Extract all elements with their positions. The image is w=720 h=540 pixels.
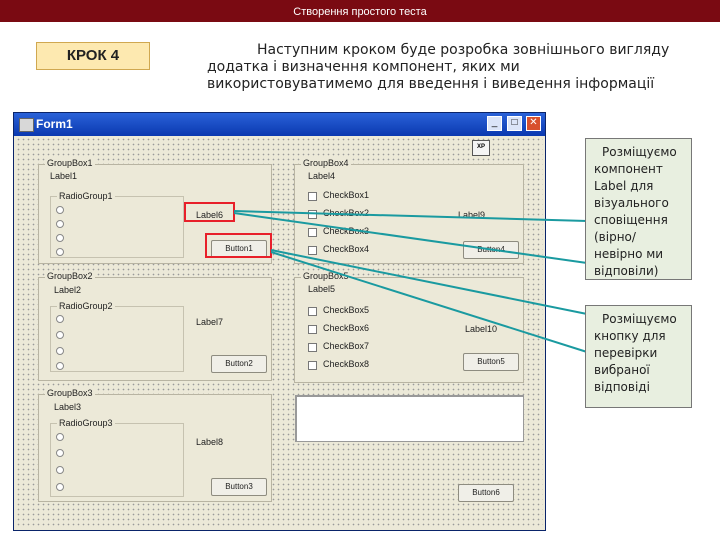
checkbox[interactable] xyxy=(308,361,317,370)
radio-button[interactable] xyxy=(56,234,64,242)
checkbox[interactable] xyxy=(308,246,317,255)
question-label: Label2 xyxy=(54,285,82,295)
radio-group-3: RadioGroup3 xyxy=(50,418,184,497)
checkbox-label: CheckBox5 xyxy=(323,305,370,315)
note-label-explanation: Розміщуємо компонент Label для візуально… xyxy=(585,138,692,280)
check-button-3[interactable]: Button3 xyxy=(211,478,267,496)
groupbox-caption: GroupBox1 xyxy=(45,158,95,168)
form-icon xyxy=(19,118,34,132)
checkbox[interactable] xyxy=(308,307,317,316)
result-label: Label10 xyxy=(465,324,498,334)
maximize-button[interactable]: □ xyxy=(507,116,522,131)
radio-group-caption: RadioGroup1 xyxy=(57,191,115,201)
note-line: Label для xyxy=(594,179,654,193)
question-label: Label1 xyxy=(50,171,78,181)
radio-group-1: RadioGroup1 xyxy=(50,191,184,258)
checkbox[interactable] xyxy=(308,343,317,352)
result-label: Label9 xyxy=(458,210,486,220)
checkbox-label: CheckBox3 xyxy=(323,226,370,236)
label6-highlight xyxy=(184,202,235,222)
intro-text: Наступним кроком буде розробка зовнішньо… xyxy=(207,42,670,92)
question-label: Label5 xyxy=(308,284,336,294)
radio-button[interactable] xyxy=(56,206,64,214)
radio-button[interactable] xyxy=(56,433,64,441)
note-line: відповіли) xyxy=(594,264,659,278)
radio-button[interactable] xyxy=(56,483,64,491)
checkbox-label: CheckBox1 xyxy=(323,190,370,200)
checkbox-label: CheckBox4 xyxy=(323,244,370,254)
step-label: КРОК 4 xyxy=(36,42,150,70)
radio-button[interactable] xyxy=(56,331,64,339)
checkbox[interactable] xyxy=(308,325,317,334)
note-line: (вірно/ xyxy=(594,230,636,244)
groupbox-3: GroupBox3 Label3 RadioGroup3 Label8 Butt… xyxy=(38,388,272,502)
groupbox-4: GroupBox4 Label4 CheckBox1 CheckBox2 Che… xyxy=(294,158,524,264)
groupbox-caption: GroupBox2 xyxy=(45,271,95,281)
radio-group-caption: RadioGroup2 xyxy=(57,301,115,311)
memo-field[interactable] xyxy=(295,395,524,442)
check-button-4[interactable]: Button4 xyxy=(463,241,519,259)
checkbox-label: CheckBox8 xyxy=(323,359,370,369)
question-label: Label3 xyxy=(54,402,82,412)
groupbox-caption: GroupBox5 xyxy=(301,271,351,281)
result-label: Label7 xyxy=(196,317,224,327)
groupbox-caption: GroupBox4 xyxy=(301,158,351,168)
note-line: вибраної xyxy=(594,363,650,377)
note-line: Розміщуємо xyxy=(602,312,677,326)
groupbox-5: GroupBox5 Label5 CheckBox5 CheckBox6 Che… xyxy=(294,271,524,383)
result-label: Label8 xyxy=(196,437,224,447)
minimize-button[interactable]: _ xyxy=(487,116,502,131)
note-line: перевірки xyxy=(594,346,658,360)
radio-button[interactable] xyxy=(56,362,64,370)
checkbox-label: CheckBox2 xyxy=(323,208,370,218)
check-button-2[interactable]: Button2 xyxy=(211,355,267,373)
slide-title: Створення простого теста xyxy=(0,0,720,22)
form-title-bar: Form1 _ □ ✕ xyxy=(14,113,545,136)
checkbox[interactable] xyxy=(308,228,317,237)
radio-button[interactable] xyxy=(56,220,64,228)
note-line: компонент xyxy=(594,162,663,176)
close-button[interactable]: ✕ xyxy=(526,116,541,131)
note-line: кнопку для xyxy=(594,329,666,343)
form-title: Form1 xyxy=(36,117,73,131)
radio-button[interactable] xyxy=(56,347,64,355)
checkbox-label: CheckBox7 xyxy=(323,341,370,351)
form-client-area: XP GroupBox1 Label1 RadioGroup1 Label6 B… xyxy=(16,137,543,528)
groupbox-caption: GroupBox3 xyxy=(45,388,95,398)
radio-button[interactable] xyxy=(56,315,64,323)
note-line: відповіді xyxy=(594,380,650,394)
check-button-5[interactable]: Button5 xyxy=(463,353,519,371)
note-line: візуального xyxy=(594,196,669,210)
radio-group-2: RadioGroup2 xyxy=(50,301,184,372)
note-line: Розміщуємо xyxy=(602,145,677,159)
radio-button[interactable] xyxy=(56,449,64,457)
check-button-6[interactable]: Button6 xyxy=(458,484,514,502)
radio-group-caption: RadioGroup3 xyxy=(57,418,115,428)
note-line: сповіщення xyxy=(594,213,668,227)
checkbox[interactable] xyxy=(308,192,317,201)
radio-button[interactable] xyxy=(56,466,64,474)
xp-manifest-icon: XP xyxy=(472,140,490,156)
checkbox[interactable] xyxy=(308,210,317,219)
button1-highlight xyxy=(205,233,272,258)
groupbox-2: GroupBox2 Label2 RadioGroup2 Label7 Butt… xyxy=(38,271,272,381)
radio-button[interactable] xyxy=(56,248,64,256)
note-button-explanation: Розміщуємо кнопку для перевірки вибраної… xyxy=(585,305,692,408)
question-label: Label4 xyxy=(308,171,336,181)
note-line: невірно ми xyxy=(594,247,664,261)
form-window: Form1 _ □ ✕ XP GroupBox1 Label1 RadioGro… xyxy=(13,112,546,531)
checkbox-label: CheckBox6 xyxy=(323,323,370,333)
